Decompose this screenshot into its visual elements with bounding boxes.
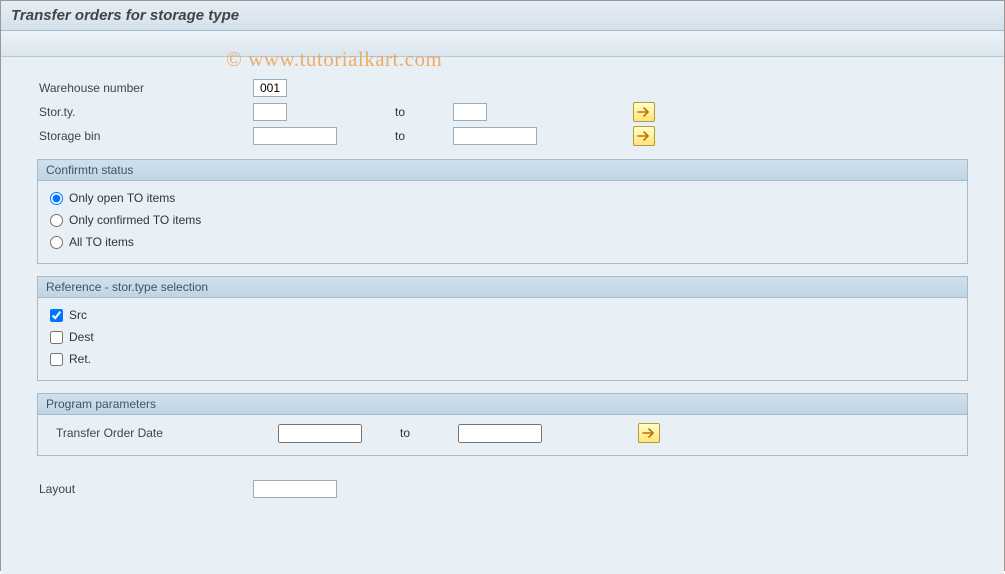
transfer-order-date-multiselect-button[interactable] (638, 423, 660, 443)
row-warehouse-number: Warehouse number (13, 77, 992, 99)
label-transfer-order-date-to: to (398, 426, 458, 440)
group-title-params: Program parameters (38, 394, 967, 415)
label-dest[interactable]: Dest (69, 330, 94, 344)
label-stor-ty-to: to (393, 105, 453, 119)
row-layout: Layout (13, 478, 992, 500)
label-src[interactable]: Src (69, 308, 87, 322)
group-title-confirm: Confirmtn status (38, 160, 967, 181)
row-storage-bin: Storage bin to (13, 125, 992, 147)
label-only-open[interactable]: Only open TO items (69, 191, 175, 205)
transfer-order-date-from-input[interactable] (278, 424, 362, 443)
radio-all-items[interactable] (50, 236, 63, 249)
storage-bin-multiselect-button[interactable] (633, 126, 655, 146)
toolbar (1, 31, 1004, 57)
checkbox-src[interactable] (50, 309, 63, 322)
label-storage-bin-to: to (393, 129, 453, 143)
label-stor-ty: Stor.ty. (13, 105, 253, 119)
label-transfer-order-date: Transfer Order Date (50, 426, 278, 440)
group-confirm-status: Confirmtn status Only open TO items Only… (37, 159, 968, 264)
arrow-right-icon (642, 427, 656, 439)
label-warehouse-number: Warehouse number (13, 81, 253, 95)
checkbox-dest[interactable] (50, 331, 63, 344)
arrow-right-icon (637, 130, 651, 142)
window-title: Transfer orders for storage type (1, 1, 1004, 31)
row-transfer-order-date: Transfer Order Date to (48, 421, 957, 445)
checkbox-ret[interactable] (50, 353, 63, 366)
label-only-confirmed[interactable]: Only confirmed TO items (69, 213, 201, 227)
label-ret[interactable]: Ret. (69, 352, 91, 366)
radio-only-confirmed[interactable] (50, 214, 63, 227)
stor-ty-from-input[interactable] (253, 103, 287, 121)
storage-bin-to-input[interactable] (453, 127, 537, 145)
group-title-reference: Reference - stor.type selection (38, 277, 967, 298)
warehouse-number-input[interactable] (253, 79, 287, 97)
label-layout: Layout (13, 482, 253, 496)
label-all-items[interactable]: All TO items (69, 235, 134, 249)
radio-only-open[interactable] (50, 192, 63, 205)
group-reference: Reference - stor.type selection Src Dest… (37, 276, 968, 381)
stor-ty-to-input[interactable] (453, 103, 487, 121)
row-stor-ty: Stor.ty. to (13, 101, 992, 123)
group-program-parameters: Program parameters Transfer Order Date t… (37, 393, 968, 456)
storage-bin-from-input[interactable] (253, 127, 337, 145)
layout-input[interactable] (253, 480, 337, 498)
content-area: © www.tutorialkart.com Warehouse number … (1, 57, 1004, 574)
label-storage-bin: Storage bin (13, 129, 253, 143)
stor-ty-multiselect-button[interactable] (633, 102, 655, 122)
transfer-order-date-to-input[interactable] (458, 424, 542, 443)
arrow-right-icon (637, 106, 651, 118)
